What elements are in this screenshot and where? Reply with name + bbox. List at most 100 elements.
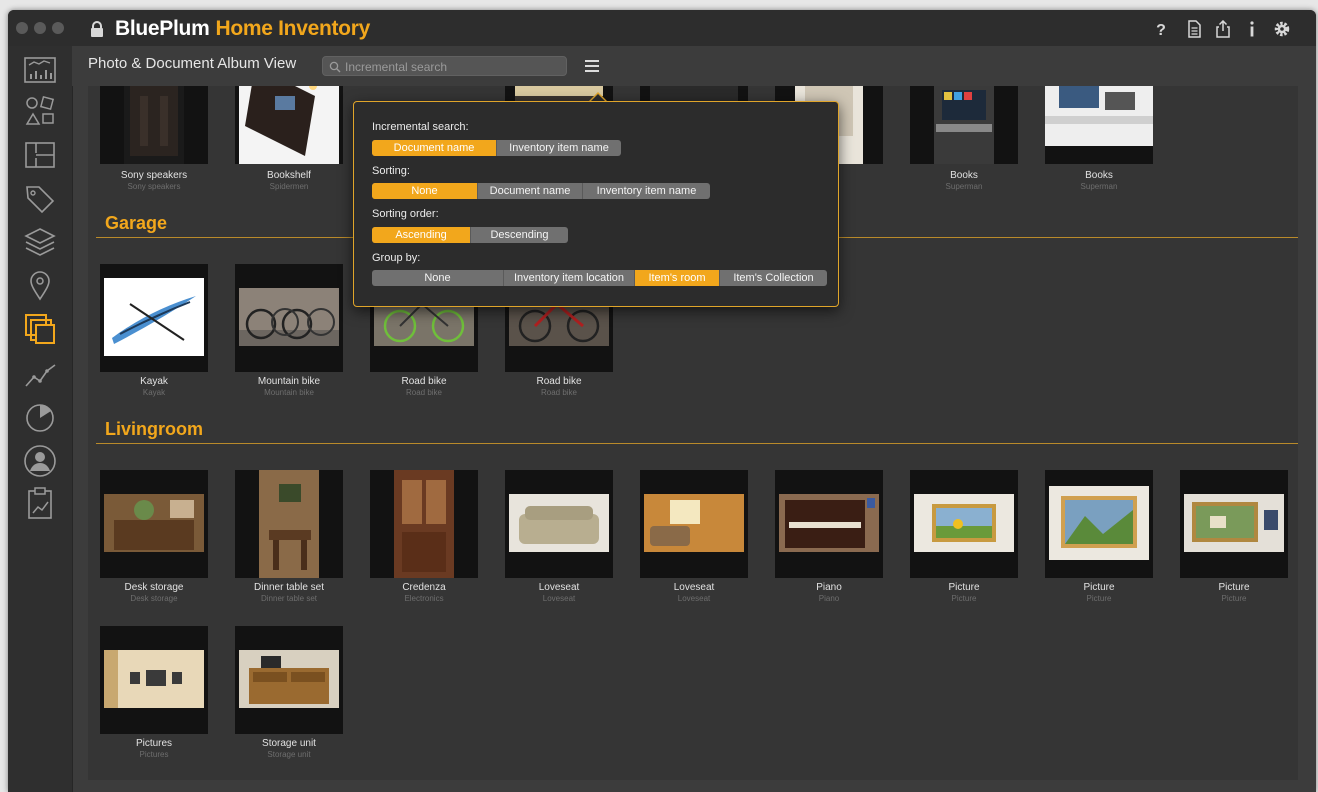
- item-caption: Picture Picture: [1031, 582, 1167, 604]
- document-icon[interactable]: [1185, 20, 1203, 38]
- sorting-order-label: Sorting order:: [372, 208, 439, 220]
- segment-inventory-item-name[interactable]: Inventory item name: [497, 140, 621, 156]
- item-caption: Road bike Road bike: [491, 376, 627, 398]
- item-name: Storage unit: [262, 738, 316, 749]
- item-caption: Sony speakers Sony speakers: [88, 170, 222, 192]
- item-name: Road bike: [536, 376, 582, 387]
- item-name: Sony speakers: [120, 170, 188, 181]
- app-title: BluePlum Home Inventory: [115, 17, 370, 41]
- item-caption: Books Superman: [1031, 170, 1167, 192]
- thumbnail[interactable]: [910, 86, 1018, 164]
- item-name: Books: [1085, 170, 1113, 181]
- search-input[interactable]: [343, 58, 562, 76]
- item-caption: Desk storage Desk storage: [88, 582, 222, 604]
- user-icon[interactable]: [23, 444, 57, 478]
- tag-icon[interactable]: [23, 182, 57, 216]
- chart-icon[interactable]: [23, 356, 57, 390]
- thumbnail[interactable]: [100, 264, 208, 372]
- item-subtitle: Desk storage: [130, 594, 178, 603]
- segment-group-room[interactable]: Item's room: [635, 270, 720, 286]
- segment-group-collection[interactable]: Item's Collection: [720, 270, 827, 286]
- item-caption: Dinner table set Dinner table set: [221, 582, 357, 604]
- segment-sort-document-name[interactable]: Document name: [478, 183, 583, 199]
- thumbnail[interactable]: [775, 470, 883, 578]
- item-subtitle: Sony speakers: [127, 182, 181, 191]
- thumbnail[interactable]: [910, 470, 1018, 578]
- thumbnail[interactable]: [505, 470, 613, 578]
- layers-icon[interactable]: [23, 225, 57, 259]
- item-subtitle: Mountain bike: [264, 388, 314, 397]
- pie-chart-icon[interactable]: [23, 400, 57, 434]
- thumbnail[interactable]: [235, 470, 343, 578]
- categories-icon[interactable]: [23, 94, 57, 128]
- dashboard-icon[interactable]: [23, 52, 57, 86]
- segment-document-name[interactable]: Document name: [372, 140, 497, 156]
- item-subtitle: Superman: [945, 182, 983, 191]
- item-subtitle: Picture: [1221, 594, 1247, 603]
- item-caption: Picture Picture: [1166, 582, 1298, 604]
- item-subtitle: Pictures: [139, 750, 169, 759]
- segment-ascending[interactable]: Ascending: [372, 227, 471, 243]
- item-name: Loveseat: [538, 582, 580, 593]
- item-caption: Pictures Pictures: [88, 738, 222, 760]
- view-options-menu-icon[interactable]: [582, 56, 602, 76]
- segment-sort-none[interactable]: None: [372, 183, 478, 199]
- thumbnail[interactable]: [100, 86, 208, 164]
- item-name: Dinner table set: [253, 582, 325, 593]
- item-name: Road bike: [401, 376, 447, 387]
- thumbnail[interactable]: [235, 264, 343, 372]
- item-caption: Credenza Electronics: [356, 582, 492, 604]
- info-icon[interactable]: [1243, 20, 1261, 38]
- item-caption: Loveseat Loveseat: [626, 582, 762, 604]
- zoom-window-button[interactable]: [52, 22, 64, 34]
- thumbnail[interactable]: [235, 86, 343, 164]
- thumbnail[interactable]: [100, 626, 208, 734]
- thumbnail[interactable]: [100, 470, 208, 578]
- brand-name: BluePlum: [115, 17, 210, 40]
- item-name: Piano: [816, 582, 842, 593]
- segment-descending[interactable]: Descending: [471, 227, 568, 243]
- item-name: Credenza: [402, 582, 446, 593]
- segment-group-none[interactable]: None: [372, 270, 504, 286]
- incremental-search-segmented: Document name Inventory item name: [372, 140, 621, 156]
- thumbnail[interactable]: [640, 470, 748, 578]
- album-header: Photo & Document Album View: [72, 46, 1316, 86]
- segment-group-location[interactable]: Inventory item location: [504, 270, 635, 286]
- clipboard-report-icon[interactable]: [23, 486, 57, 520]
- item-name: Picture: [1083, 582, 1115, 593]
- close-window-button[interactable]: [16, 22, 28, 34]
- group-title-livingroom: Livingroom: [105, 419, 203, 439]
- gear-icon[interactable]: [1273, 20, 1291, 38]
- thumbnail[interactable]: [1045, 86, 1153, 164]
- item-caption: Loveseat Loveseat: [491, 582, 627, 604]
- lock-icon: [91, 21, 103, 37]
- item-caption: Picture Picture: [896, 582, 1032, 604]
- item-subtitle: Electronics: [404, 594, 444, 603]
- item-caption: Kayak Kayak: [88, 376, 222, 398]
- minimize-window-button[interactable]: [34, 22, 46, 34]
- segment-sort-inventory-item-name[interactable]: Inventory item name: [583, 183, 710, 199]
- app-window: BluePlum Home Inventory ? Photo & Docume…: [8, 10, 1316, 792]
- thumbnail[interactable]: [1045, 470, 1153, 578]
- item-subtitle: Storage unit: [267, 750, 311, 759]
- item-name: Loveseat: [673, 582, 715, 593]
- share-icon[interactable]: [1214, 20, 1232, 38]
- item-subtitle: Kayak: [142, 388, 166, 397]
- thumbnail[interactable]: [235, 626, 343, 734]
- album-icon[interactable]: [23, 312, 57, 346]
- sorting-segmented: None Document name Inventory item name: [372, 183, 710, 199]
- help-icon[interactable]: ?: [1152, 20, 1170, 38]
- search-field[interactable]: [322, 56, 567, 76]
- sorting-label: Sorting:: [372, 165, 410, 177]
- floorplan-icon[interactable]: [23, 138, 57, 172]
- thumbnail[interactable]: [1180, 470, 1288, 578]
- item-name: Books: [950, 170, 978, 181]
- item-caption: Storage unit Storage unit: [221, 738, 357, 760]
- location-pin-icon[interactable]: [23, 268, 57, 302]
- item-name: Picture: [1218, 582, 1250, 593]
- item-subtitle: Piano: [818, 594, 840, 603]
- page-title: Photo & Document Album View: [88, 55, 297, 72]
- thumbnail[interactable]: [370, 470, 478, 578]
- item-name: Bookshelf: [267, 170, 311, 181]
- group-by-label: Group by:: [372, 252, 421, 264]
